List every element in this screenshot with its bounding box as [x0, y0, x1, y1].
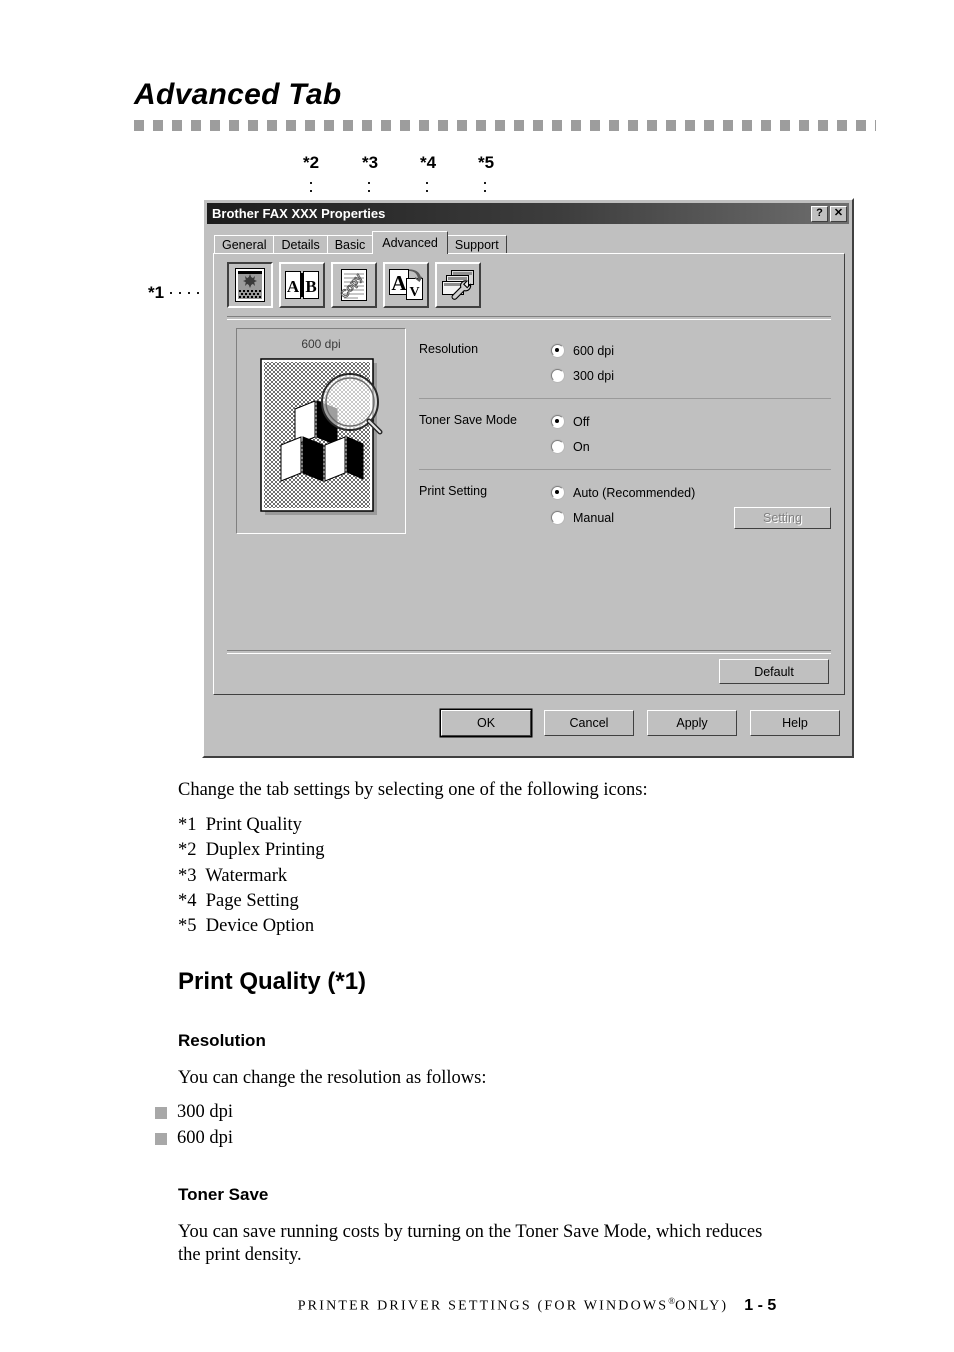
page-footer: PRINTER DRIVER SETTINGS (FOR WINDOWS®ONL…	[0, 1296, 954, 1315]
feature-icon-toolbar: A B Copy A V	[227, 262, 481, 308]
svg-text:A: A	[391, 271, 407, 295]
resolution-label: Resolution	[419, 342, 479, 356]
panel-bottom-divider	[227, 650, 831, 654]
radio-indicator[interactable]	[551, 415, 564, 428]
radio-indicator[interactable]	[551, 369, 564, 382]
ok-button[interactable]: OK	[441, 710, 531, 736]
print-quality-preview: 600 dpi	[236, 328, 406, 534]
dialog-button-row: OK Cancel Apply Help	[204, 710, 852, 736]
tab-advanced[interactable]: Advanced	[372, 231, 448, 254]
footer-text: PRINTER DRIVER SETTINGS (FOR WINDOWS	[297, 1298, 669, 1314]
radio-label: Off	[573, 414, 590, 429]
preview-resolution-label: 600 dpi	[301, 337, 341, 351]
setting-row-resolution: Resolution 600 dpi 300 dpi	[419, 328, 831, 398]
toner-paragraph-line1: You can save running costs by turning on…	[178, 1222, 763, 1242]
icon-reference-list: *1 Print Quality *2 Duplex Printing *3 W…	[178, 813, 324, 939]
dialog-titlebar[interactable]: Brother FAX XXX Properties ? ✕	[207, 203, 849, 224]
section-heading-print-quality: Print Quality (*1)	[178, 968, 367, 995]
radio-indicator[interactable]	[551, 486, 564, 499]
page-setting-icon[interactable]: A V	[383, 262, 429, 308]
callout-marker-5: *5	[478, 153, 495, 172]
resolution-paragraph: You can change the resolution as follows…	[178, 1068, 487, 1088]
watermark-icon[interactable]: Copy	[331, 262, 377, 308]
list-item: *4 Page Setting	[178, 890, 299, 911]
bullet-item-600dpi: 600 dpi	[155, 1128, 233, 1149]
svg-text:V: V	[409, 285, 419, 300]
list-item: *1 Print Quality	[178, 815, 302, 835]
printer-properties-dialog: Brother FAX XXX Properties ? ✕ General D…	[202, 198, 854, 758]
title-decorative-rule	[134, 120, 876, 131]
callout-marker-1: *1	[148, 283, 165, 302]
tab-general[interactable]: General	[214, 235, 275, 254]
duplex-printing-icon[interactable]: A B	[279, 262, 325, 308]
callout-marker-4: *4	[420, 153, 437, 172]
advanced-tab-panel: A B Copy A V 600 dpi Resolution 600 dpi …	[213, 253, 845, 695]
device-option-icon[interactable]	[435, 262, 481, 308]
print-setting-label: Print Setting	[419, 484, 488, 498]
apply-button[interactable]: Apply	[647, 710, 737, 736]
bullet-square-icon	[155, 1132, 167, 1145]
radio-indicator[interactable]	[551, 344, 564, 357]
bullet-square-icon	[155, 1106, 167, 1119]
callout-marker-2: *2	[303, 153, 320, 172]
close-icon[interactable]: ✕	[830, 205, 847, 222]
svg-text:B: B	[305, 277, 316, 296]
footer-label: PRINTER DRIVER SETTINGS (FOR WINDOWS®ONL…	[178, 1296, 777, 1315]
page-title: Advanced Tab	[134, 78, 342, 111]
subheading-resolution: Resolution	[178, 1031, 266, 1050]
radio-option-toner-off[interactable]: Off	[551, 409, 831, 434]
tab-strip: General Details Basic Advanced Support	[214, 231, 844, 254]
radio-label: 600 dpi	[573, 343, 615, 358]
footer-text-tail: ONLY)	[675, 1298, 729, 1314]
settings-column: Resolution 600 dpi 300 dpi Toner Save Mo…	[419, 328, 831, 540]
radio-option-600dpi[interactable]: 600 dpi	[551, 338, 831, 363]
toner-save-label: Toner Save Mode	[419, 413, 517, 427]
dialog-title: Brother FAX XXX Properties	[212, 206, 386, 221]
tab-support[interactable]: Support	[446, 235, 507, 254]
default-button[interactable]: Default	[719, 659, 829, 684]
bullet-item-300dpi: 300 dpi	[155, 1102, 233, 1123]
radio-label: Manual	[573, 510, 614, 525]
bullet-label: 600 dpi	[177, 1128, 234, 1148]
intro-paragraph: Change the tab settings by selecting one…	[178, 780, 648, 800]
toner-paragraph-line2: the print density.	[178, 1245, 302, 1265]
radio-label: On	[573, 439, 590, 454]
preview-sample-image	[260, 358, 383, 515]
svg-text:A: A	[287, 277, 300, 296]
tab-details[interactable]: Details	[273, 235, 328, 254]
help-button[interactable]: Help	[750, 710, 840, 736]
cancel-button[interactable]: Cancel	[544, 710, 634, 736]
radio-option-auto[interactable]: Auto (Recommended)	[551, 480, 831, 505]
radio-option-300dpi[interactable]: 300 dpi	[551, 363, 831, 388]
list-item: *2 Duplex Printing	[178, 840, 325, 861]
radio-indicator[interactable]	[551, 511, 564, 524]
callout-marker-3: *3	[362, 153, 379, 172]
radio-label: Auto (Recommended)	[573, 485, 696, 500]
radio-option-toner-on[interactable]: On	[551, 434, 831, 459]
toolbar-divider	[227, 316, 831, 320]
tab-basic[interactable]: Basic	[326, 235, 374, 254]
radio-label: 300 dpi	[573, 368, 615, 383]
setting-button: Setting	[734, 507, 831, 529]
subheading-toner-save: Toner Save	[178, 1185, 269, 1204]
radio-indicator[interactable]	[551, 440, 564, 453]
setting-row-print-setting: Print Setting Auto (Recommended) Manual …	[419, 469, 831, 540]
print-quality-icon[interactable]	[227, 262, 273, 308]
bullet-label: 300 dpi	[177, 1102, 234, 1122]
help-icon[interactable]: ?	[811, 205, 828, 222]
setting-row-toner-save: Toner Save Mode Off On	[419, 398, 831, 469]
list-item: *3 Watermark	[178, 865, 288, 886]
radio-option-manual[interactable]: Manual Setting	[551, 505, 831, 530]
page-number: 1 - 5	[744, 1296, 777, 1314]
list-item: *5 Device Option	[178, 916, 315, 937]
